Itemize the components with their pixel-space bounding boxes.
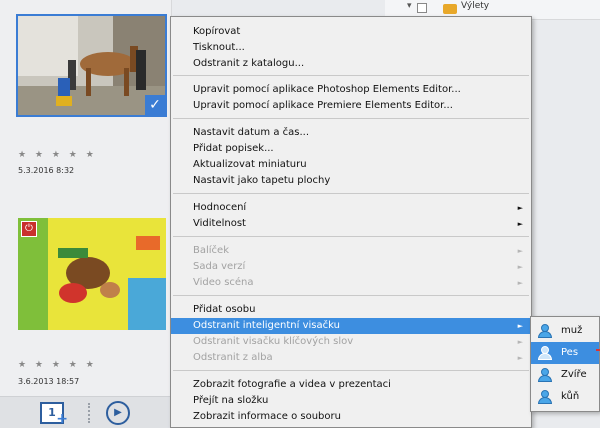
menu-item-print[interactable]: Tisknout... bbox=[171, 40, 531, 56]
menu-item-copy[interactable]: Kopírovat bbox=[171, 24, 531, 40]
video-badge-icon: ⏻ bbox=[21, 221, 37, 237]
menu-item-label: Sada verzí bbox=[193, 261, 246, 272]
play-slideshow-icon[interactable]: ▶ bbox=[106, 401, 130, 425]
menu-item-label: Tisknout... bbox=[193, 42, 245, 53]
menu-item-label: Kopírovat bbox=[193, 26, 241, 37]
tag-label[interactable]: Výlety bbox=[461, 1, 489, 11]
add-media-label: 1 bbox=[48, 406, 56, 419]
menu-item-label: Nastavit datum a čas... bbox=[193, 127, 309, 138]
submenu-arrow-icon: ► bbox=[517, 247, 523, 255]
submenu-arrow-icon: ► bbox=[517, 322, 523, 330]
menu-item-label: Upravit pomocí aplikace Premiere Element… bbox=[193, 100, 453, 111]
menu-item-stack: Balíček ► bbox=[171, 243, 531, 259]
menu-item-label: Video scéna bbox=[193, 277, 254, 288]
submenu-item-muz[interactable]: muž bbox=[531, 320, 599, 342]
menu-item-edit-premiere[interactable]: Upravit pomocí aplikace Premiere Element… bbox=[171, 98, 531, 114]
menu-item-add-person[interactable]: Přidat osobu bbox=[171, 302, 531, 318]
photo-date: 3.6.2013 18:57 bbox=[18, 377, 80, 386]
smart-tag-submenu: muž Pes Zvíře kůň bbox=[530, 316, 600, 412]
submenu-item-label: muž bbox=[561, 325, 583, 336]
menu-item-label: Odstranit inteligentní visačku bbox=[193, 320, 340, 331]
submenu-arrow-icon: ► bbox=[517, 354, 523, 362]
person-tag-icon bbox=[537, 324, 553, 338]
mouse-cursor-icon bbox=[596, 349, 600, 351]
toolbar-separator bbox=[88, 403, 90, 423]
menu-item-visibility[interactable]: Viditelnost ► bbox=[171, 216, 531, 232]
submenu-item-label: kůň bbox=[561, 391, 580, 402]
submenu-item-pes[interactable]: Pes bbox=[531, 342, 599, 364]
person-tag-icon bbox=[537, 368, 553, 382]
menu-divider bbox=[173, 295, 529, 296]
submenu-item-zvire[interactable]: Zvíře bbox=[531, 364, 599, 386]
submenu-arrow-icon: ► bbox=[517, 279, 523, 287]
media-browser-panel: ✓ ★ ★ ★ ★ ★ 5.3.2016 8:32 ⏻ ★ ★ ★ ★ ★ 3.… bbox=[0, 0, 172, 428]
menu-item-label: Zobrazit fotografie a videa v prezentaci bbox=[193, 379, 391, 390]
tag-checkbox[interactable] bbox=[417, 3, 427, 13]
photo-thumbnail-playground[interactable]: ⏻ bbox=[18, 218, 166, 330]
menu-item-update-thumbnail[interactable]: Aktualizovat miniaturu bbox=[171, 157, 531, 173]
submenu-item-kun[interactable]: kůň bbox=[531, 386, 599, 408]
add-media-icon[interactable]: 1 + bbox=[40, 402, 68, 427]
photo-thumbnail-horses[interactable]: ✓ bbox=[16, 14, 167, 117]
menu-item-label: Viditelnost bbox=[193, 218, 246, 229]
menu-item-add-caption[interactable]: Přidat popisek... bbox=[171, 141, 531, 157]
photo-date: 5.3.2016 8:32 bbox=[18, 166, 75, 175]
selected-check-icon: ✓ bbox=[145, 95, 165, 115]
menu-item-remove-from-album: Odstranit z alba ► bbox=[171, 350, 531, 366]
menu-divider bbox=[173, 370, 529, 371]
menu-item-set-wallpaper[interactable]: Nastavit jako tapetu plochy bbox=[171, 173, 531, 189]
menu-item-remove-keyword-tag: Odstranit visačku klíčových slov ► bbox=[171, 334, 531, 350]
rating-stars[interactable]: ★ ★ ★ ★ ★ bbox=[18, 150, 97, 160]
album-tag-icon bbox=[443, 4, 457, 14]
submenu-item-label: Zvíře bbox=[561, 369, 587, 380]
menu-item-label: Odstranit z alba bbox=[193, 352, 273, 363]
menu-item-label: Balíček bbox=[193, 245, 229, 256]
menu-item-label: Nastavit jako tapetu plochy bbox=[193, 175, 331, 186]
menu-divider bbox=[173, 118, 529, 119]
menu-item-slideshow[interactable]: Zobrazit fotografie a videa v prezentaci bbox=[171, 377, 531, 393]
submenu-arrow-icon: ► bbox=[517, 263, 523, 271]
menu-item-label: Zobrazit informace o souboru bbox=[193, 411, 341, 422]
menu-item-label: Odstranit visačku klíčových slov bbox=[193, 336, 354, 347]
menu-divider bbox=[173, 75, 529, 76]
menu-item-label: Hodnocení bbox=[193, 202, 247, 213]
plus-icon: + bbox=[56, 411, 68, 427]
menu-item-file-info[interactable]: Zobrazit informace o souboru bbox=[171, 409, 531, 425]
menu-item-label: Přidat popisek... bbox=[193, 143, 274, 154]
submenu-arrow-icon: ► bbox=[517, 204, 523, 212]
menu-item-label: Upravit pomocí aplikace Photoshop Elemen… bbox=[193, 84, 461, 95]
menu-divider bbox=[173, 236, 529, 237]
menu-item-label: Přejít na složku bbox=[193, 395, 269, 406]
bottom-toolbar: 1 + ▶ bbox=[0, 396, 172, 428]
menu-item-rating[interactable]: Hodnocení ► bbox=[171, 200, 531, 216]
person-tag-icon bbox=[537, 346, 553, 360]
menu-item-version-set: Sada verzí ► bbox=[171, 259, 531, 275]
submenu-arrow-icon: ► bbox=[517, 338, 523, 346]
menu-item-go-to-folder[interactable]: Přejít na složku bbox=[171, 393, 531, 409]
menu-item-remove-from-catalog[interactable]: Odstranit z katalogu... bbox=[171, 56, 531, 72]
menu-item-video-scene: Video scéna ► bbox=[171, 275, 531, 291]
submenu-arrow-icon: ► bbox=[517, 220, 523, 228]
rating-stars[interactable]: ★ ★ ★ ★ ★ bbox=[18, 360, 97, 370]
menu-item-label: Odstranit z katalogu... bbox=[193, 58, 305, 69]
context-menu: Kopírovat Tisknout... Odstranit z katalo… bbox=[170, 16, 532, 428]
submenu-item-label: Pes bbox=[561, 347, 579, 358]
photo-horses-image bbox=[18, 16, 165, 115]
chevron-down-icon[interactable]: ▾ bbox=[407, 1, 412, 11]
person-tag-icon bbox=[537, 390, 553, 404]
menu-item-edit-photoshop[interactable]: Upravit pomocí aplikace Photoshop Elemen… bbox=[171, 82, 531, 98]
menu-item-label: Aktualizovat miniaturu bbox=[193, 159, 307, 170]
menu-item-label: Přidat osobu bbox=[193, 304, 256, 315]
photo-playground-image bbox=[18, 218, 166, 330]
menu-item-remove-smart-tag[interactable]: Odstranit inteligentní visačku ► bbox=[171, 318, 531, 334]
menu-item-set-date[interactable]: Nastavit datum a čas... bbox=[171, 125, 531, 141]
menu-divider bbox=[173, 193, 529, 194]
